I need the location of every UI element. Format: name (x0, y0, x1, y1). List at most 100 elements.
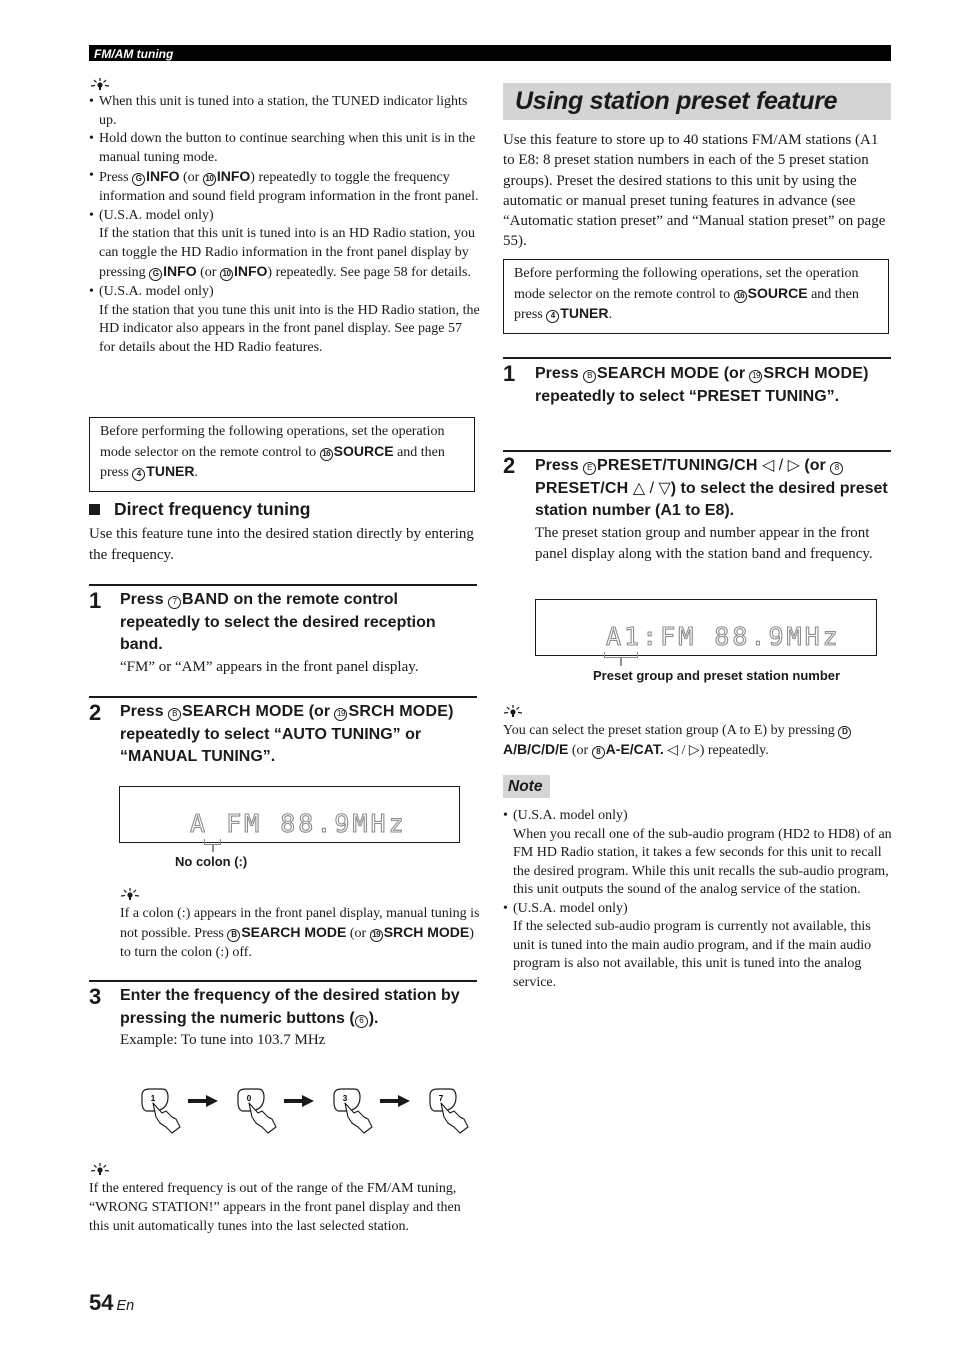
up-down-arrows-icon: △ / ▽ (628, 479, 671, 497)
display-caption: Preset group and preset station number (593, 668, 841, 683)
key-label: SOURCE (747, 284, 808, 301)
key-16-icon: 16 (319, 447, 333, 461)
key-g-icon: G (132, 173, 146, 187)
key-19-icon: 19 (749, 370, 763, 383)
key-b-icon: B (168, 708, 182, 721)
key-19-icon: 19 (369, 929, 383, 942)
key-label: INFO (146, 168, 180, 185)
step-title: Press B SEARCH MODE (or 19 SRCH MODE) repe… (535, 363, 891, 408)
left-right-arrows-icon: ◁ / ▷ (757, 457, 800, 474)
tip-text: When this unit is tuned into a station, … (99, 94, 468, 128)
step-title: Press B SEARCH MODE (or 19 SRCH MODE) repe… (120, 701, 480, 769)
step-title: Press 7 BAND on the remote control repeat… (120, 589, 480, 657)
tip-model-label: (U.S.A. model only) (99, 283, 214, 299)
tip-text: ) repeatedly. (699, 743, 769, 758)
tip-lightbulb-icon (120, 888, 140, 900)
page-language: En (116, 1298, 135, 1314)
left-right-arrows-icon: ◁ / ▷ (663, 743, 700, 758)
key-label: PRESET/CH (535, 479, 629, 497)
key-7-icon: 7 (168, 596, 182, 609)
group-tip: You can select the preset station group … (503, 721, 895, 760)
key-label: SEARCH MODE (241, 924, 347, 940)
display-text: A1:FM 88.9MHz (605, 622, 841, 651)
key-d-icon: D (838, 726, 852, 739)
key-label: SEARCH MODE (597, 365, 720, 382)
key-label: TUNER (146, 463, 195, 479)
key-label: SRCH MODE (383, 924, 470, 940)
step-divider (503, 357, 891, 359)
notice-text: . (608, 307, 613, 322)
tip-lightbulb-icon (503, 705, 523, 717)
key-label: SRCH MODE (348, 703, 449, 720)
step-text: Press (535, 365, 584, 382)
tip-text: (or (346, 926, 370, 941)
step-text: ). (368, 1009, 379, 1027)
tip-text: Hold down the button to continue searchi… (99, 131, 476, 165)
section-intro: Use this feature to store up to 40 stati… (503, 132, 886, 250)
step-text: Enter the frequency of the desired stati… (120, 987, 460, 1027)
notice-text: . (194, 465, 199, 480)
note-item: (U.S.A. model only) When you recall one … (503, 807, 895, 900)
section-header-label: FM/AM tuning (94, 47, 174, 61)
key-label: INFO (216, 168, 251, 185)
step-number: 1 (503, 361, 516, 386)
note-list: (U.S.A. model only) When you recall one … (503, 807, 895, 992)
square-bullet-icon (89, 504, 100, 515)
step-divider (89, 696, 477, 698)
step-text: Press (120, 703, 169, 720)
tip-text: Press (99, 170, 133, 186)
numeric-key-label: 0 (247, 1094, 252, 1103)
section-intro: Use this feature tune into the desired s… (89, 526, 474, 563)
step-text: (or (719, 365, 750, 382)
callout-stem (212, 845, 214, 852)
arrow-right-icon (380, 1095, 410, 1107)
section-heading: Direct frequency tuning (89, 500, 310, 519)
note-text: If the selected sub-audio program is cur… (513, 919, 872, 990)
key-4-icon: 4 (132, 468, 146, 481)
key-label: SOURCE (333, 442, 394, 459)
numeric-key-0-icon: 0 (237, 1088, 277, 1134)
step-title: Press E PRESET/TUNING/CH ◁ / ▷ (or 8 PRESE… (535, 455, 891, 523)
page-number-value: 54 (89, 1290, 114, 1315)
step-divider (503, 450, 891, 452)
numeric-key-label: 1 (151, 1094, 156, 1103)
key-sequence-graphic: 1 0 3 7 (141, 1088, 469, 1134)
tip-text: (or (196, 265, 220, 281)
section-header-bar: FM/AM tuning (89, 45, 891, 61)
tip-item: When this unit is tuned into a station, … (89, 93, 481, 130)
numeric-key-1-icon: 1 (141, 1088, 181, 1134)
tip-text: (or (179, 170, 203, 186)
tip-item: Press GINFO (or 10INFO) repeatedly to to… (89, 167, 481, 206)
tip-list: When this unit is tuned into a station, … (89, 93, 481, 357)
note-label: Note (503, 775, 550, 798)
numeric-key-label: 3 (343, 1094, 348, 1103)
key-label: SRCH MODE (763, 365, 864, 382)
key-sequence: 1 0 3 7 (135, 1085, 475, 1135)
front-panel-display: A FM 88.9MHz (119, 786, 460, 843)
key-4-icon: 4 (546, 310, 560, 323)
note-item: (U.S.A. model only) If the selected sub-… (503, 900, 895, 993)
step-number: 2 (503, 453, 516, 478)
key-label: A-E/CAT. (605, 741, 664, 757)
key-10-icon: 10 (202, 173, 216, 187)
tip-lightbulb-icon (90, 78, 110, 90)
note-model-label: (U.S.A. model only) (513, 808, 628, 823)
key-b-icon: B (583, 370, 597, 383)
section-title-bar: Using station preset feature (503, 83, 891, 120)
arrow-right-icon (188, 1095, 218, 1107)
key-label: A/B/C/D/E (503, 741, 569, 757)
key-8-icon: 8 (830, 462, 844, 475)
key-16-icon: 16 (733, 289, 747, 303)
step-title: Enter the frequency of the desired stati… (120, 985, 480, 1030)
tip-item: (U.S.A. model only) If the station that … (89, 207, 481, 283)
key-label: INFO (163, 263, 197, 280)
step-number: 3 (89, 984, 102, 1009)
step-number: 1 (89, 588, 102, 613)
step-text: (or (799, 457, 831, 474)
step-text: Press (120, 591, 169, 608)
page-number: 54 En (89, 1292, 135, 1316)
key-label: BAND (182, 591, 230, 608)
section-title: Using station preset feature (515, 87, 838, 115)
notice-box: Before performing the following operatio… (503, 259, 889, 334)
key-10-icon: 10 (219, 268, 233, 282)
